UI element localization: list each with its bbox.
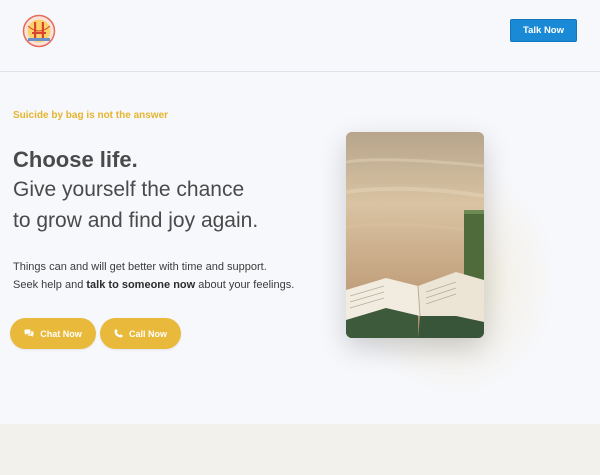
hero-photo	[346, 132, 484, 338]
hero-headline: Choose life. Give yourself the chance to…	[13, 145, 323, 236]
golden-gate-bridge-logo-icon	[22, 14, 56, 48]
site-logo[interactable]	[22, 14, 56, 48]
open-book-and-mug-photo	[346, 132, 484, 338]
chat-now-label: Chat Now	[40, 328, 82, 339]
body-line-2-suffix: about your feelings.	[195, 279, 295, 291]
body-line-2: Seek help and talk to someone now about …	[13, 276, 313, 294]
chat-now-button[interactable]: Chat Now	[10, 318, 96, 349]
footer-band	[0, 424, 600, 475]
chat-bubbles-icon	[24, 329, 34, 337]
talk-now-button[interactable]: Talk Now	[510, 19, 577, 42]
body-line-2-prefix: Seek help and	[13, 279, 87, 291]
hero-tagline: Suicide by bag is not the answer	[13, 110, 169, 121]
hero-body: Things can and will get better with time…	[13, 258, 313, 294]
headline-strong: Choose life.	[13, 147, 138, 172]
call-now-label: Call Now	[128, 328, 167, 339]
call-now-button[interactable]: Call Now	[100, 318, 181, 349]
body-line-1: Things can and will get better with time…	[13, 261, 267, 273]
headline-line-3: to grow and find joy again.	[13, 209, 259, 232]
phone-icon	[114, 329, 123, 338]
site-header: Talk Now	[0, 0, 600, 72]
headline-line-2: Give yourself the chance	[13, 178, 245, 201]
body-emphasis: talk to someone now	[86, 279, 196, 291]
